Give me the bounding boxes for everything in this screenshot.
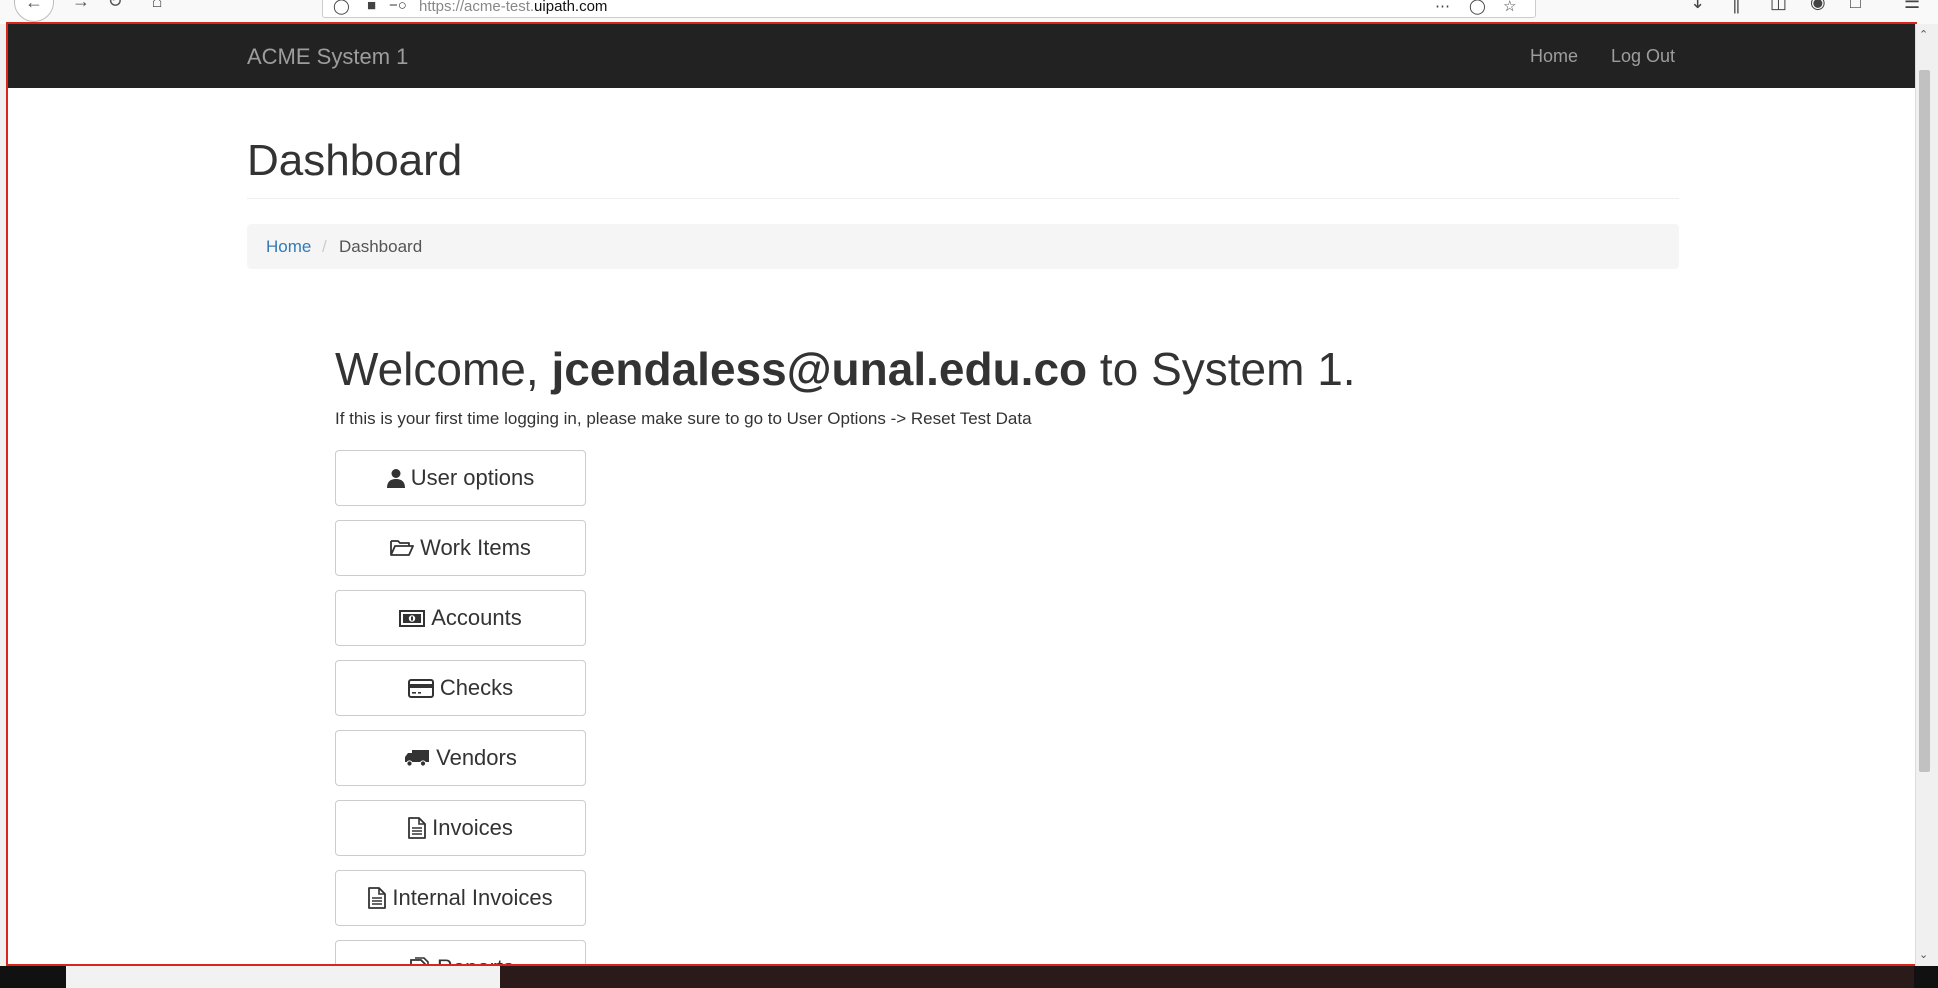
scrollbar-thumb[interactable]: [1919, 70, 1930, 772]
page-viewport: ACME System 1 Home Log Out Dashboard Hom…: [6, 22, 1917, 966]
more-icon[interactable]: ⋯: [1435, 0, 1450, 15]
bookmark-icon[interactable]: ☆: [1503, 0, 1516, 15]
download-icon[interactable]: ↧: [1690, 0, 1705, 13]
vendors-label: Vendors: [436, 745, 517, 770]
accounts-button[interactable]: Accounts: [335, 590, 586, 646]
first-login-hint: If this is your first time logging in, p…: [335, 409, 1032, 428]
taskbar-strip: [0, 966, 1938, 988]
report-icon: [407, 957, 431, 964]
checks-button[interactable]: Checks: [335, 660, 586, 716]
nav-home-link[interactable]: Home: [1530, 46, 1578, 67]
sidebar-icon[interactable]: ◫: [1770, 0, 1787, 13]
vertical-scrollbar[interactable]: ⌃ ⌄: [1915, 24, 1933, 966]
url-bar[interactable]: ◯ ■ −○ https://acme-test.uipath.com ⋯ ◯ …: [322, 0, 1536, 18]
reports-label: Reports: [437, 955, 514, 964]
reload-button[interactable]: ↻: [104, 0, 126, 12]
extension-icon[interactable]: □: [1850, 0, 1861, 13]
welcome-suffix: to System 1.: [1099, 343, 1356, 395]
internal-invoices-label: Internal Invoices: [392, 885, 553, 910]
back-button[interactable]: ←: [14, 0, 54, 22]
work-items-label: Work Items: [420, 535, 531, 560]
invoices-button[interactable]: Invoices: [335, 800, 586, 856]
internal-invoices-button[interactable]: Internal Invoices: [335, 870, 586, 926]
top-navbar: ACME System 1 Home Log Out: [8, 24, 1915, 88]
invoices-label: Invoices: [432, 815, 513, 840]
accounts-label: Accounts: [431, 605, 522, 630]
forward-button[interactable]: →: [70, 0, 92, 12]
breadcrumb-home-link[interactable]: Home: [266, 237, 311, 257]
user-options-button[interactable]: User options: [335, 450, 586, 506]
home-icon[interactable]: ⌂: [146, 0, 168, 12]
divider: [247, 198, 1679, 199]
brand[interactable]: ACME System 1: [247, 44, 408, 70]
welcome-user: jcendaless@unal.edu.co: [551, 343, 1088, 395]
folder-open-icon: [390, 539, 414, 557]
menu-icon[interactable]: ☰: [1904, 0, 1920, 13]
breadcrumb: Home / Dashboard: [247, 224, 1679, 269]
welcome-heading: Welcome, jcendaless@unal.edu.co to Syste…: [335, 342, 1356, 396]
file-text-icon: [368, 887, 387, 909]
shield-icon: ◯: [333, 0, 350, 15]
file-text-icon: [408, 817, 427, 839]
sync-icon[interactable]: ◉: [1810, 0, 1826, 13]
breadcrumb-current: Dashboard: [339, 237, 423, 256]
nav-logout-link[interactable]: Log Out: [1611, 46, 1675, 67]
user-options-label: User options: [410, 465, 535, 490]
credit-card-icon: [407, 678, 434, 698]
library-icon[interactable]: ║: [1730, 0, 1743, 13]
welcome-prefix: Welcome,: [335, 343, 539, 395]
taskbar-segment: [66, 966, 500, 988]
checks-label: Checks: [439, 675, 514, 700]
permissions-icon: −○: [389, 0, 407, 14]
pocket-icon[interactable]: ◯: [1469, 0, 1486, 15]
truck-icon: [404, 749, 430, 767]
reports-button[interactable]: Reports: [335, 940, 586, 964]
breadcrumb-separator: /: [322, 237, 327, 256]
work-items-button[interactable]: Work Items: [335, 520, 586, 576]
vendors-button[interactable]: Vendors: [335, 730, 586, 786]
user-icon: [386, 468, 405, 488]
page-title: Dashboard: [247, 136, 463, 185]
money-icon: [399, 609, 426, 627]
lock-icon: ■: [367, 0, 377, 14]
browser-toolbar: ← → ↻ ⌂ ◯ ■ −○ https://acme-test.uipath.…: [0, 0, 1938, 24]
url-text: https://acme-test.uipath.com: [419, 0, 608, 15]
taskbar-segment: [500, 966, 1914, 988]
scroll-down-icon[interactable]: ⌄: [1919, 948, 1928, 961]
scroll-up-icon[interactable]: ⌃: [1919, 28, 1928, 41]
